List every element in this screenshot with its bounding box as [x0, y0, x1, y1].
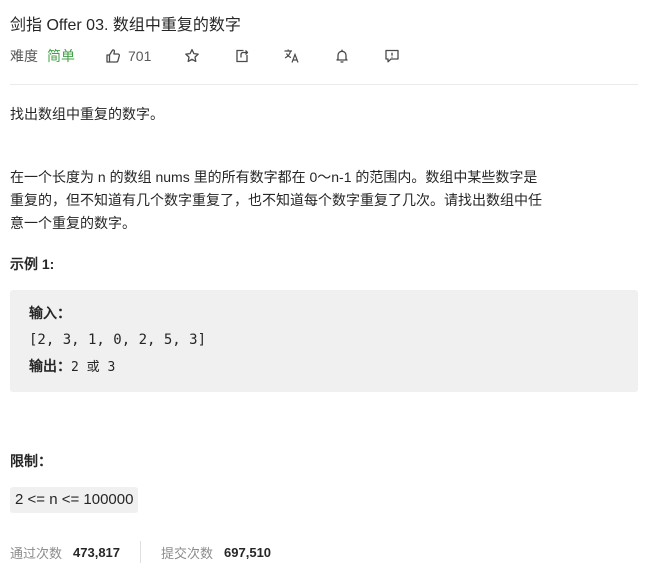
constraints-heading: 限制：: [10, 453, 52, 469]
notify-button[interactable]: [330, 44, 354, 68]
example-heading: 示例 1:: [10, 256, 55, 272]
submitted-label: 提交次数: [161, 545, 214, 561]
share-button[interactable]: [230, 44, 254, 68]
example-output-value: 2 或 3: [71, 360, 116, 375]
translate-button[interactable]: [280, 44, 304, 68]
bell-icon: [336, 49, 349, 63]
problem-meta-bar: 难度 简单 701: [10, 44, 404, 68]
like-button[interactable]: 701: [105, 48, 151, 64]
example-code-block: 输入： [2, 3, 1, 0, 2, 5, 3] 输出：2 或 3: [10, 290, 638, 392]
accepted-label: 通过次数: [10, 545, 63, 561]
star-icon: [185, 48, 200, 63]
example-input-label: 输入：: [29, 305, 71, 321]
difficulty-badge: 简单: [47, 48, 75, 64]
constraint-item: 2 <= n <= 100000: [10, 487, 139, 513]
share-icon: [236, 49, 249, 63]
translate-icon: [284, 49, 299, 63]
example-output-label: 输出：: [29, 358, 71, 374]
divider: [10, 84, 638, 85]
description-line: 在一个长度为 n 的数组 nums 里的所有数字都在 0～n-1 的范围内。数组…: [10, 169, 538, 185]
accepted-count: 473,817: [73, 544, 121, 560]
difficulty-label: 难度: [10, 48, 38, 64]
feedback-button[interactable]: [380, 44, 404, 68]
favorite-button[interactable]: [180, 44, 204, 68]
submitted-count: 697,510: [224, 544, 272, 560]
description-line: 意一个重复的数字。: [10, 215, 136, 231]
example-input-value: [2, 3, 1, 0, 2, 5, 3]: [29, 332, 207, 348]
thumbs-up-icon: [106, 49, 121, 63]
problem-title: 剑指 Offer 03. 数组中重复的数字: [10, 17, 241, 34]
submission-stats: 通过次数 473,817 提交次数 697,510: [10, 541, 271, 563]
feedback-icon: [385, 49, 400, 63]
description-line: 重复的，但不知道有几个数字重复了，也不知道每个数字重复了几次。请找出数组中任: [10, 192, 542, 208]
stats-divider: [140, 541, 142, 563]
description-line: 找出数组中重复的数字。: [10, 106, 164, 122]
like-count: 701: [128, 48, 152, 64]
